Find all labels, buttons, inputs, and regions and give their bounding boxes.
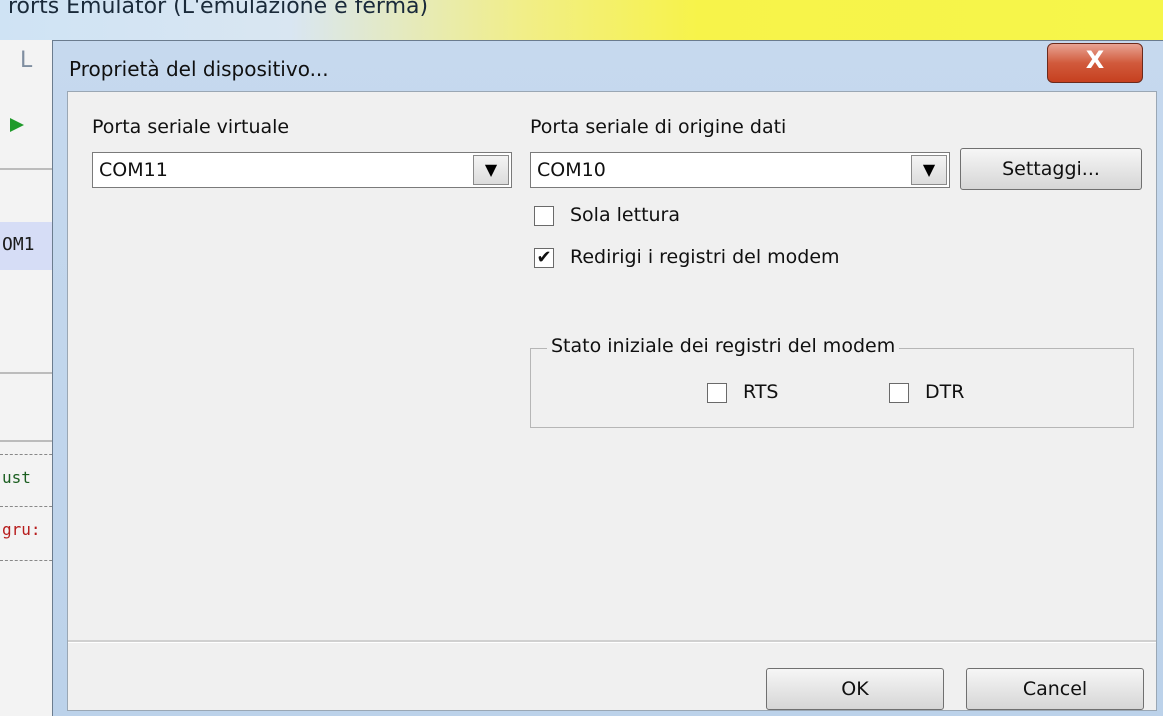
virtual-port-select[interactable]: COM11 ▼	[92, 152, 512, 188]
rts-checkbox[interactable]	[707, 383, 727, 403]
source-port-label: Porta seriale di origine dati	[530, 116, 787, 138]
read-only-label: Sola lettura	[570, 204, 681, 226]
redirect-modem-label: Redirigi i registri del modem	[570, 246, 840, 268]
footer-divider	[68, 640, 1156, 643]
cancel-button[interactable]: Cancel	[966, 668, 1144, 710]
dialog-title: Proprietà del dispositivo...	[69, 57, 329, 81]
rts-label: RTS	[743, 381, 779, 403]
background-window-titlebar: rorts Emulator (L'emulazione è ferma)	[0, 0, 1163, 40]
dtr-label: DTR	[925, 381, 965, 403]
background-row-text: gru:	[2, 520, 41, 539]
read-only-option[interactable]: Sola lettura	[534, 204, 834, 230]
background-row-text: ust	[2, 468, 31, 487]
virtual-port-value: COM11	[99, 159, 168, 181]
redirect-modem-option[interactable]: ✔ Redirigi i registri del modem	[534, 246, 954, 272]
background-window-title: rorts Emulator (L'emulazione è ferma)	[8, 0, 429, 19]
virtual-port-label: Porta seriale virtuale	[92, 116, 290, 138]
dtr-option[interactable]: DTR	[889, 381, 989, 407]
background-toolbar-letter: L	[20, 48, 33, 73]
settings-button[interactable]: Settaggi...	[960, 148, 1142, 190]
close-button[interactable]: X	[1047, 43, 1143, 83]
modem-registers-legend: Stato iniziale dei registri del modem	[547, 335, 900, 357]
chevron-down-icon[interactable]: ▼	[473, 155, 509, 185]
redirect-modem-checkbox[interactable]: ✔	[534, 248, 554, 268]
dialog-client-area: Porta seriale virtuale COM11 ▼ Porta ser…	[67, 91, 1157, 711]
dtr-checkbox[interactable]	[889, 383, 909, 403]
source-port-select[interactable]: COM10 ▼	[530, 152, 950, 188]
play-icon[interactable]	[10, 118, 24, 132]
chevron-down-icon[interactable]: ▼	[911, 155, 947, 185]
rts-option[interactable]: RTS	[707, 381, 807, 407]
modem-registers-group: Stato iniziale dei registri del modem RT…	[530, 335, 1134, 428]
source-port-value: COM10	[537, 159, 606, 181]
ok-button[interactable]: OK	[766, 668, 944, 710]
background-com-label: OM1	[2, 234, 35, 255]
close-icon: X	[1085, 46, 1105, 74]
device-properties-dialog: Proprietà del dispositivo... X Porta ser…	[52, 40, 1163, 716]
read-only-checkbox[interactable]	[534, 206, 554, 226]
